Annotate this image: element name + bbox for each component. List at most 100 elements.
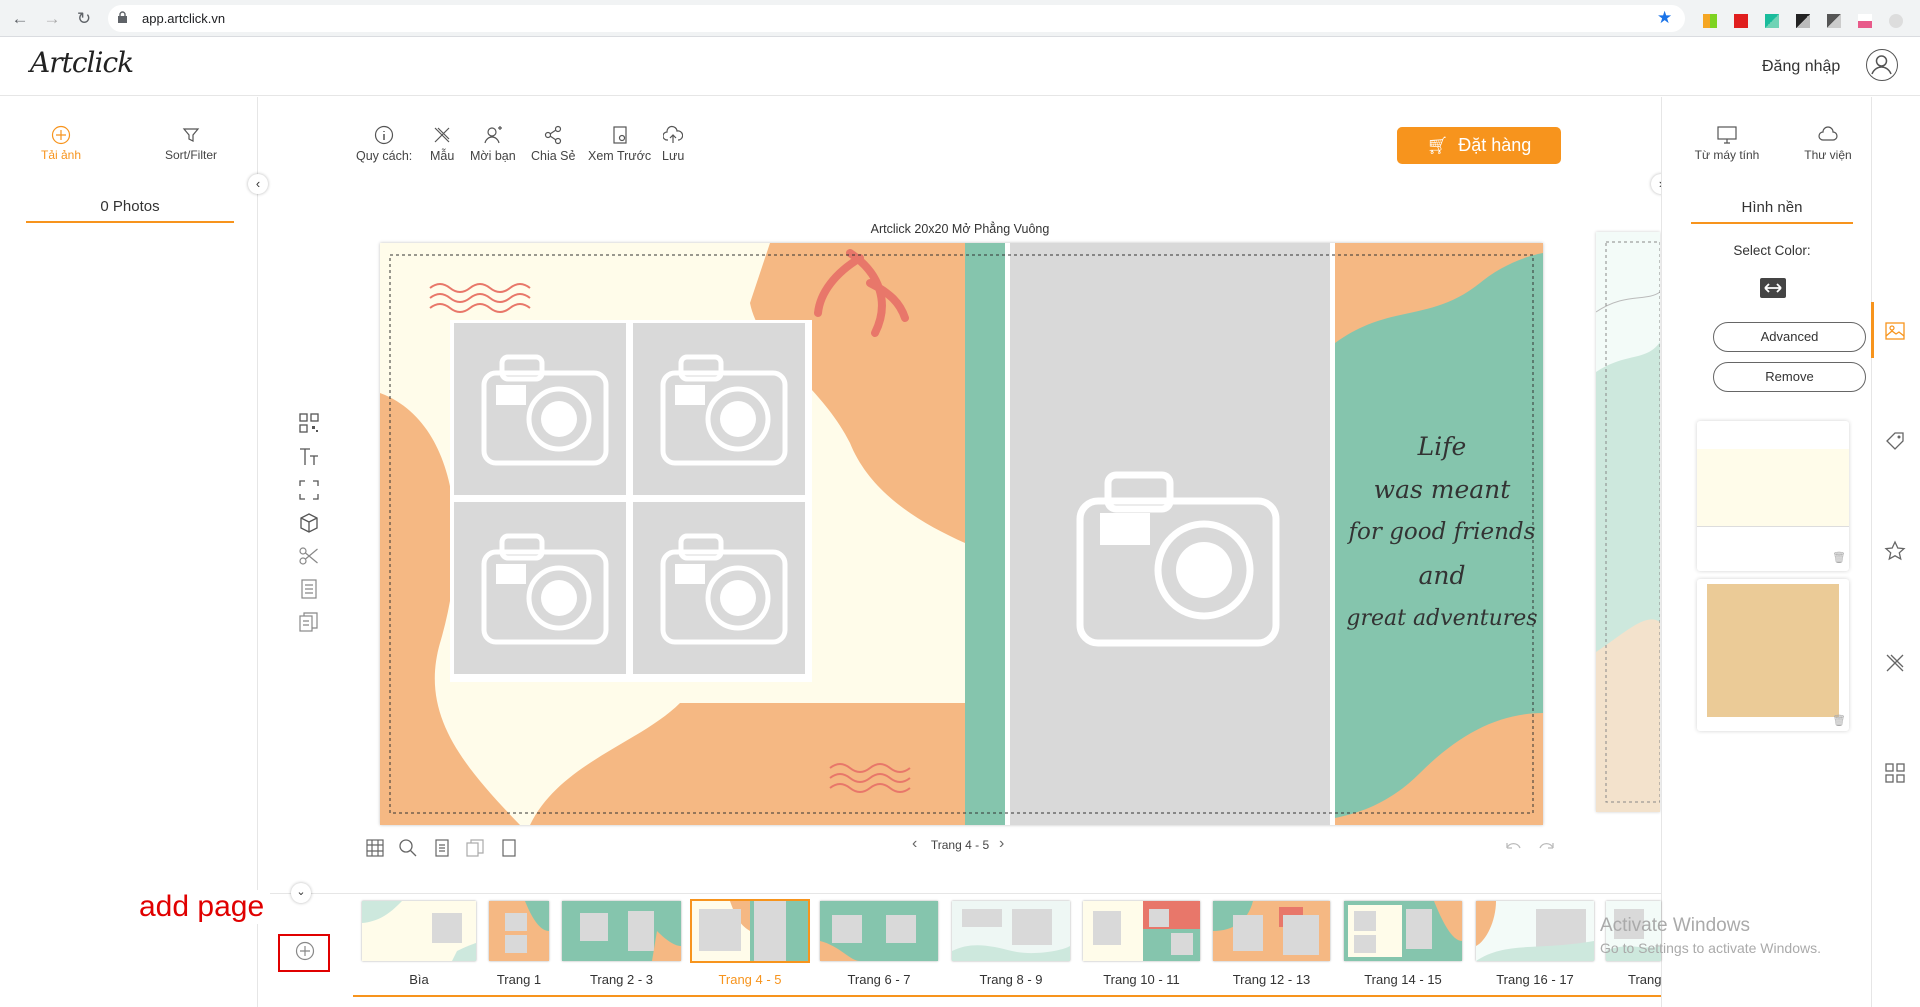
zoom-icon[interactable] (398, 838, 418, 858)
thumbnail-label: Trang 12 - 13 (1232, 972, 1311, 987)
extension-icon[interactable] (1765, 14, 1779, 28)
thumbnail-label: Trang 1 (496, 972, 542, 987)
photo-placeholder[interactable] (633, 502, 805, 674)
address-bar[interactable]: app.artclick.vn (108, 5, 1685, 32)
page-thumbnail[interactable] (820, 901, 938, 961)
thumbnail-label: Bìa (409, 972, 429, 987)
add-page-icon[interactable] (295, 941, 315, 961)
page-thumbnail[interactable] (562, 901, 681, 961)
page-thumbnail[interactable] (489, 901, 549, 961)
template-icon[interactable] (1884, 652, 1906, 674)
image-icon[interactable] (1884, 320, 1906, 342)
camera-icon (660, 354, 788, 466)
invite-icon (484, 126, 502, 144)
page-thumbnail[interactable] (1476, 901, 1594, 961)
toolbar-preview[interactable]: Xem Trước (588, 125, 651, 163)
extension-icon[interactable] (1703, 14, 1717, 28)
tab-label: Tải ảnh (40, 148, 82, 162)
3d-box-icon[interactable] (298, 512, 320, 534)
page-thumbnail[interactable] (1083, 901, 1200, 961)
page-thumbnail[interactable] (1213, 901, 1330, 961)
trash-icon[interactable]: 🗑︎ (1832, 714, 1846, 727)
text-icon[interactable] (298, 446, 320, 468)
quote-line: great adventures (1346, 606, 1538, 631)
login-link[interactable]: Đăng nhập (1762, 58, 1840, 76)
page-thumbnail[interactable] (1344, 901, 1462, 961)
background-swatch-card[interactable]: 🗑︎ (1697, 421, 1849, 571)
order-button[interactable]: 🛒︎ Đặt hàng (1397, 127, 1561, 164)
page-thumbnail[interactable] (362, 901, 476, 961)
qr-code-icon[interactable] (298, 412, 320, 434)
star-icon[interactable] (1884, 540, 1906, 562)
duplicate-page-icon[interactable] (465, 838, 485, 858)
page-thumbnail-active[interactable] (690, 899, 810, 963)
extension-icon[interactable] (1827, 14, 1841, 28)
trash-icon[interactable]: 🗑︎ (1832, 551, 1846, 564)
scissors-icon[interactable] (298, 545, 320, 567)
quote-text[interactable]: Life was meant for good friends and grea… (1342, 425, 1542, 640)
toolbar-save[interactable]: Lưu (662, 125, 684, 163)
background-swatch (1707, 584, 1839, 717)
toolbar-share[interactable]: Chia Sẻ (531, 125, 575, 163)
toolbar-spec[interactable]: Quy cách: (356, 125, 412, 163)
thumbnail-label: Trang 4 - 5 (718, 972, 782, 987)
camera-icon (481, 533, 609, 645)
undo-icon[interactable] (1503, 838, 1523, 854)
collapse-left-chevron-icon[interactable]: ‹ (248, 174, 268, 194)
background-swatch-card[interactable]: 🗑︎ (1697, 579, 1849, 731)
share-icon (545, 125, 562, 145)
page-thumbnail[interactable] (952, 901, 1070, 961)
advanced-button[interactable]: Advanced (1713, 322, 1866, 352)
fullscreen-icon[interactable] (298, 479, 320, 501)
tab-sort-filter[interactable]: Sort/Filter (136, 125, 246, 162)
photo-placeholder[interactable] (454, 502, 626, 674)
redo-icon[interactable] (1537, 838, 1557, 854)
photos-count: 0 Photos (26, 198, 234, 223)
tag-icon[interactable] (1884, 430, 1906, 452)
color-swap-icon[interactable] (1759, 277, 1787, 299)
photo-placeholder[interactable] (633, 323, 805, 495)
page-icon[interactable] (298, 578, 320, 600)
extension-icon[interactable] (1796, 14, 1810, 28)
extension-icon[interactable] (1858, 14, 1872, 28)
apps-grid-icon[interactable] (1884, 762, 1906, 784)
thumbnail-label: Trang 10 - 11 (1103, 972, 1180, 987)
extension-icon[interactable] (1734, 14, 1748, 28)
thumbnail-label: Trang 16 - 17 (1496, 972, 1574, 987)
camera-icon (1076, 471, 1280, 647)
photo-placeholder[interactable] (454, 323, 626, 495)
thumbnail-label: Trang 6 - 7 (847, 972, 911, 987)
toolbar-label: Mời bạn (470, 149, 516, 163)
artclick-logo[interactable]: Artclick (30, 46, 134, 79)
back-icon[interactable]: ← (10, 9, 30, 29)
duplicate-page-icon[interactable] (298, 611, 320, 633)
profile-icon[interactable] (1889, 14, 1903, 28)
select-color-label: Select Color: (1733, 243, 1811, 258)
thumbnail-label: Trang 8 - 9 (979, 972, 1043, 987)
next-spread-preview[interactable] (1596, 232, 1660, 812)
filter-icon (182, 128, 200, 142)
tab-upload-photos[interactable]: Tải ảnh (6, 125, 116, 162)
grid-icon[interactable] (365, 838, 385, 858)
user-avatar-icon[interactable] (1866, 49, 1898, 81)
app-window: ← → ↻ app.artclick.vn ★ Artclick Đăng nh… (0, 0, 1920, 1007)
forward-icon[interactable]: → (42, 9, 62, 29)
next-page-chevron-icon[interactable]: › (999, 835, 1004, 853)
toolbar-invite[interactable]: Mời bạn (470, 125, 516, 163)
toolbar-template[interactable]: Mẫu (430, 125, 454, 163)
tab-from-computer[interactable]: Từ máy tính (1688, 125, 1766, 162)
toolbar-label: Lưu (662, 149, 685, 163)
tab-library[interactable]: Thư viện (1790, 125, 1866, 162)
photo-placeholder[interactable] (1010, 243, 1330, 825)
bookmark-star-icon[interactable]: ★ (1657, 8, 1672, 28)
collapse-bottom-chevron-icon[interactable]: ⌄ (291, 883, 311, 903)
thumbnail-label: Trang 14 - 15 (1364, 972, 1442, 987)
reload-icon[interactable]: ↻ (74, 9, 94, 29)
page-icon[interactable] (432, 838, 452, 858)
background-swatch (1697, 449, 1849, 527)
remove-button[interactable]: Remove (1713, 362, 1866, 392)
template-icon (434, 127, 450, 143)
tab-label: Sort/Filter (164, 148, 217, 162)
add-page-annotation: add page (133, 890, 271, 924)
single-page-icon[interactable] (499, 838, 519, 858)
